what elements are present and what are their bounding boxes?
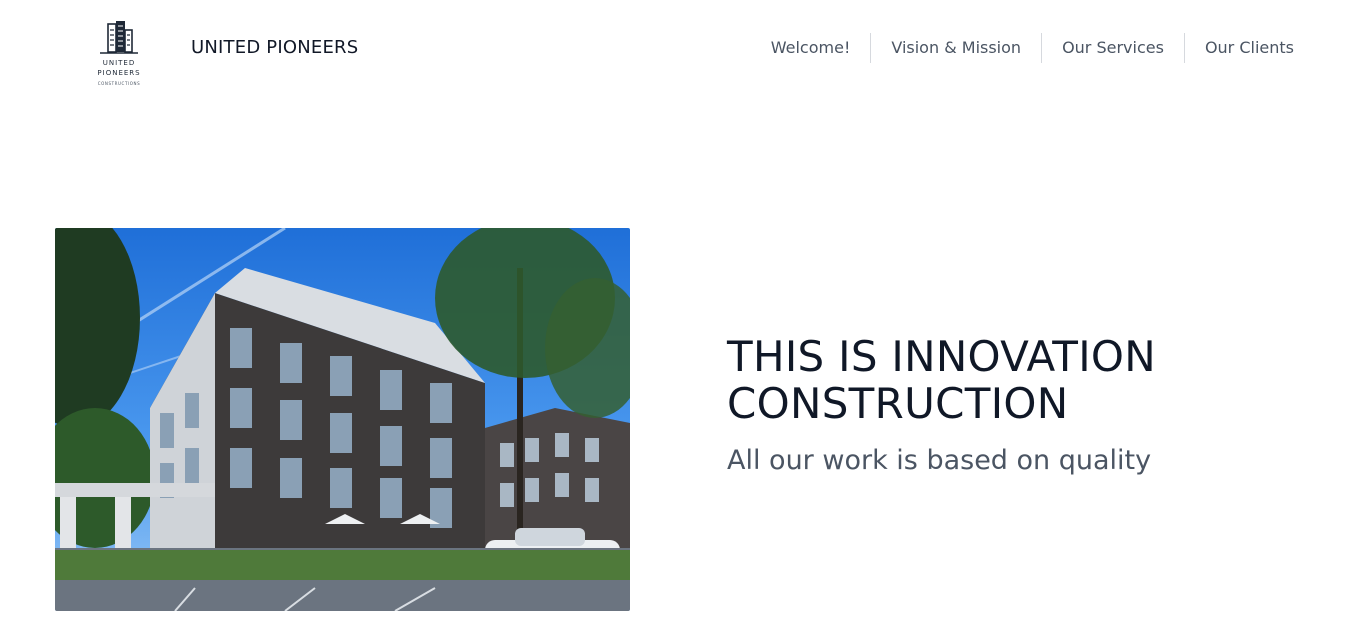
hero-text: THIS IS INNOVATION CONSTRUCTION All our … [727,333,1156,476]
brand-name[interactable]: UNITED PIONEERS [191,37,358,58]
nav-link-our-services[interactable]: Our Services [1041,33,1184,63]
nav-link-vision-mission[interactable]: Vision & Mission [870,33,1041,63]
hero-headline-line2: CONSTRUCTION [727,379,1069,428]
site-header: UNITED PIONEERS CONSTRUCTIONS UNITED PIO… [0,0,1348,100]
hero-headline-line1: THIS IS INNOVATION [727,332,1157,381]
nav-link-welcome[interactable]: Welcome! [771,33,871,63]
apartment-building-photo [55,228,630,611]
logo-text-constructions: CONSTRUCTIONS [97,81,141,86]
nav-link-our-clients[interactable]: Our Clients [1183,33,1294,63]
logo[interactable]: UNITED PIONEERS CONSTRUCTIONS [86,18,152,90]
hero-headline: THIS IS INNOVATION CONSTRUCTION [727,333,1156,427]
hero-image [55,228,630,611]
logo-text-united: UNITED [102,59,136,67]
main-nav: Welcome! Vision & Mission Our Services O… [771,33,1294,63]
logo-text-pioneers: PIONEERS [97,69,141,77]
hero-subtitle: All our work is based on quality [727,445,1152,476]
building-logo-icon [100,21,138,54]
